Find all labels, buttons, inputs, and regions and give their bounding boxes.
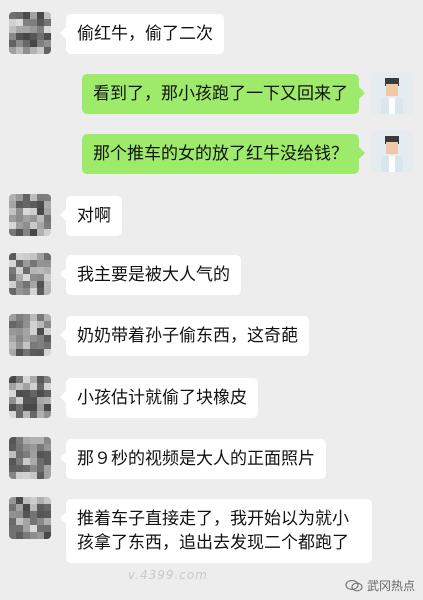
message-bubble-self[interactable]: 那个推车的女的放了红牛没给钱？ (82, 134, 365, 174)
message-bubble[interactable]: 小孩估计就偷了块橡皮 (60, 378, 258, 418)
watermark-brand-label: 武冈热点 (366, 579, 415, 593)
contact-avatar[interactable] (9, 194, 51, 236)
message-row: 对啊 (0, 194, 423, 240)
message-bubble[interactable]: 奶奶带着孙子偷东西，这奇葩 (60, 316, 309, 356)
message-bubble[interactable]: 对啊 (60, 196, 122, 236)
message-bubble[interactable]: 推着车子直接走了，我开始以为就小孩拿了东西，追出去发现二个都跑了 (60, 499, 372, 563)
message-bubble[interactable]: 那９秒的视频是大人的正面照片 (60, 439, 326, 479)
message-bubble[interactable]: 我主要是被大人气的 (60, 255, 241, 295)
self-avatar[interactable] (371, 72, 413, 114)
message-row: 奶奶带着孙子偷东西，这奇葩 (0, 314, 423, 360)
message-row: 那个推车的女的放了红牛没给钱？ (0, 130, 423, 176)
message-row: 那９秒的视频是大人的正面照片 (0, 437, 423, 483)
contact-avatar[interactable] (9, 437, 51, 479)
watermark-brand: 武冈热点 (345, 577, 415, 594)
message-bubble[interactable]: 偷红牛，偷了二次 (60, 14, 224, 54)
contact-avatar[interactable] (9, 376, 51, 418)
contact-avatar[interactable] (9, 12, 51, 54)
contact-avatar[interactable] (9, 314, 51, 356)
message-bubble-self[interactable]: 看到了，那小孩跑了一下又回来了 (82, 74, 365, 114)
message-row: 看到了，那小孩跑了一下又回来了 (0, 72, 423, 118)
message-row: 小孩估计就偷了块橡皮 (0, 376, 423, 422)
contact-avatar[interactable] (9, 497, 51, 539)
message-row: 偷红牛，偷了二次 (0, 12, 423, 58)
wechat-icon (345, 579, 363, 591)
contact-avatar[interactable] (9, 253, 51, 295)
message-row: 我主要是被大人气的 (0, 253, 423, 299)
watermark-site: v.4399.com (128, 568, 208, 582)
self-avatar[interactable] (371, 130, 413, 172)
